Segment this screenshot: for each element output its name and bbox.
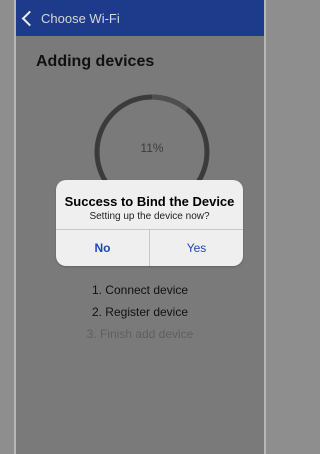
step-register-device: 2. Register device (91, 305, 189, 319)
chevron-left-icon[interactable] (21, 10, 38, 26)
dialog-actions: No Yes (56, 229, 243, 266)
nav-bar: Choose Wi-Fi (16, 0, 264, 36)
page-title: Adding devices (36, 53, 155, 70)
step-list: 1. Connect device 2. Register device 3. … (16, 279, 264, 345)
back-button[interactable]: Choose Wi-Fi (41, 11, 120, 26)
yes-button[interactable]: Yes (150, 230, 243, 266)
dialog-title: Success to Bind the Device (64, 194, 235, 209)
bind-success-dialog: Success to Bind the Device Setting up th… (56, 180, 243, 266)
progress-percent: 11% (140, 141, 164, 155)
step-connect-device: 1. Connect device (91, 283, 189, 297)
phone-screen: Choose Wi-Fi Adding devices 11% 1. Conne… (14, 0, 266, 454)
dialog-message: Setting up the device now? (89, 211, 210, 222)
no-button[interactable]: No (56, 230, 150, 266)
step-finish-add-device: 3. Finish add device (86, 327, 194, 341)
